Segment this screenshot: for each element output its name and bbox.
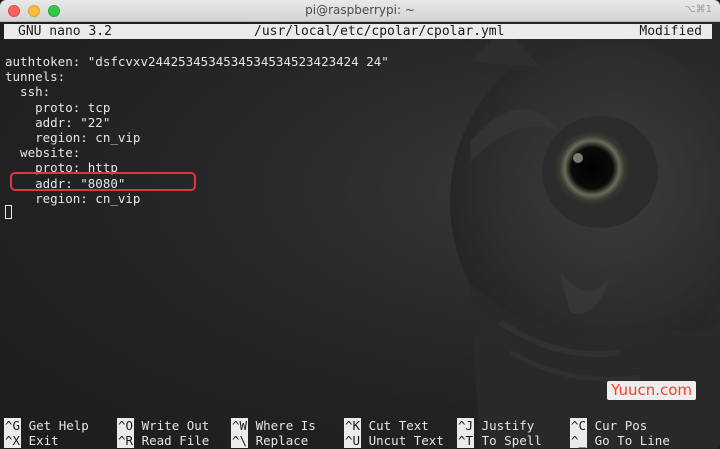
- editor-line: tunnels:: [5, 69, 66, 85]
- editor-line: ssh:: [5, 84, 51, 100]
- shortcut-row-2: ^X Exit ^R Read File ^\ Replace ^U Uncut…: [4, 433, 716, 448]
- window-title: pi@raspberrypi: ~: [305, 3, 415, 17]
- shortcut-uncut-text[interactable]: ^U Uncut Text: [344, 433, 444, 448]
- shortcut-justify[interactable]: ^J Justify: [457, 418, 534, 433]
- watermark-logo: Yuucn.com: [607, 381, 697, 400]
- shortcut-get-help[interactable]: ^G Get Help: [4, 418, 89, 433]
- title-bar: pi@raspberrypi: ~ ⌥⌘1: [0, 0, 720, 22]
- editor-line: addr: "22": [5, 114, 111, 130]
- editor-line: website:: [5, 145, 81, 161]
- nano-shortcut-bar: ^G Get Help ^O Write Out ^W Where Is ^K …: [4, 418, 716, 448]
- shortcut-write-out[interactable]: ^O Write Out: [117, 418, 209, 433]
- nano-file-path: /usr/local/etc/cpolar/cpolar.yml: [254, 24, 505, 39]
- shortcut-row-1: ^G Get Help ^O Write Out ^W Where Is ^K …: [4, 418, 716, 433]
- shortcut-exit[interactable]: ^X Exit: [4, 433, 59, 448]
- highlight-box-addr-8080: [10, 172, 196, 191]
- editor-line: proto: tcp: [5, 99, 111, 115]
- editor-line: region: cn_vip: [5, 190, 141, 206]
- shortcut-cur-pos[interactable]: ^C Cur Pos: [570, 418, 647, 433]
- shortcut-read-file[interactable]: ^R Read File: [117, 433, 209, 448]
- nano-version: GNU nano 3.2: [18, 24, 112, 39]
- editor-line: authtoken: "dsfcvxv244253453453453453452…: [5, 54, 389, 69]
- editor-line: region: cn_vip: [5, 129, 141, 145]
- nano-modified-status: Modified: [639, 24, 702, 39]
- shortcut-to-spell[interactable]: ^T To Spell: [457, 433, 542, 448]
- shortcut-go-to-line[interactable]: ^_ Go To Line: [570, 433, 670, 448]
- shortcut-replace[interactable]: ^\ Replace: [231, 433, 308, 448]
- shortcut-where-is[interactable]: ^W Where Is: [231, 418, 316, 433]
- shortcut-cut-text[interactable]: ^K Cut Text: [344, 418, 429, 433]
- text-cursor: [5, 205, 12, 219]
- nano-header-bar: GNU nano 3.2 /usr/local/etc/cpolar/cpola…: [4, 24, 712, 39]
- window-shortcut-label: ⌥⌘1: [684, 4, 712, 15]
- terminal-window: pi@raspberrypi: ~ ⌥⌘1 GNU nano 3.2 /usr/…: [0, 0, 720, 449]
